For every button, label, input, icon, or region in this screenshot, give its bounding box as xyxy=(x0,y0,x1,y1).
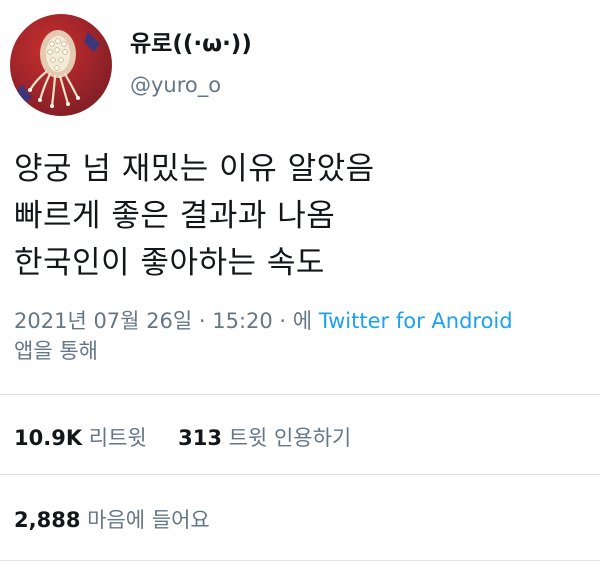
divider xyxy=(0,474,600,475)
tweet-source-suffix: 앱을 통해 xyxy=(14,339,98,363)
user-names: 유로((·ω·)) @yuro_o xyxy=(130,30,252,98)
avatar[interactable] xyxy=(10,14,112,116)
tweet-timestamp[interactable]: 2021년 07월 26일 · 15:20 · 에 xyxy=(14,309,312,333)
like-label: 마음에 들어요 xyxy=(87,508,210,532)
tweet-card: 유로((·ω·)) @yuro_o 양궁 넘 재밌는 이유 알았음 빠르게 좋은… xyxy=(0,0,600,578)
retweet-count: 10.9K xyxy=(14,426,83,450)
display-name[interactable]: 유로((·ω·)) xyxy=(130,30,252,58)
quote-count: 313 xyxy=(178,426,222,450)
tweet-meta: 2021년 07월 26일 · 15:20 · 에 Twitter for An… xyxy=(14,306,594,366)
user-handle[interactable]: @yuro_o xyxy=(130,72,252,98)
tweet-text: 양궁 넘 재밌는 이유 알았음 빠르게 좋은 결과과 나옴 한국인이 좋아하는 … xyxy=(14,146,589,287)
tweet-text-line: 양궁 넘 재밌는 이유 알았음 xyxy=(14,151,375,187)
quotes-stat[interactable]: 313 트윗 인용하기 xyxy=(178,426,351,450)
engagement-stats: 10.9K 리트윗 313 트윗 인용하기 xyxy=(14,424,351,452)
retweets-stat[interactable]: 10.9K 리트윗 xyxy=(14,426,153,450)
tweet-text-line: 빠르게 좋은 결과과 나옴 xyxy=(14,198,336,234)
divider xyxy=(0,394,600,395)
retweet-label: 리트윗 xyxy=(88,426,147,450)
tweet-header: 유로((·ω·)) @yuro_o xyxy=(10,14,590,118)
quote-label: 트윗 인용하기 xyxy=(228,426,352,450)
likes-stat[interactable]: 2,888 마음에 들어요 xyxy=(14,506,210,534)
tweet-text-line: 한국인이 좋아하는 속도 xyxy=(14,245,325,281)
tweet-source-link[interactable]: Twitter for Android xyxy=(319,309,513,333)
like-count: 2,888 xyxy=(14,508,81,532)
profile-avatar-icon xyxy=(16,30,100,108)
divider xyxy=(0,560,600,561)
